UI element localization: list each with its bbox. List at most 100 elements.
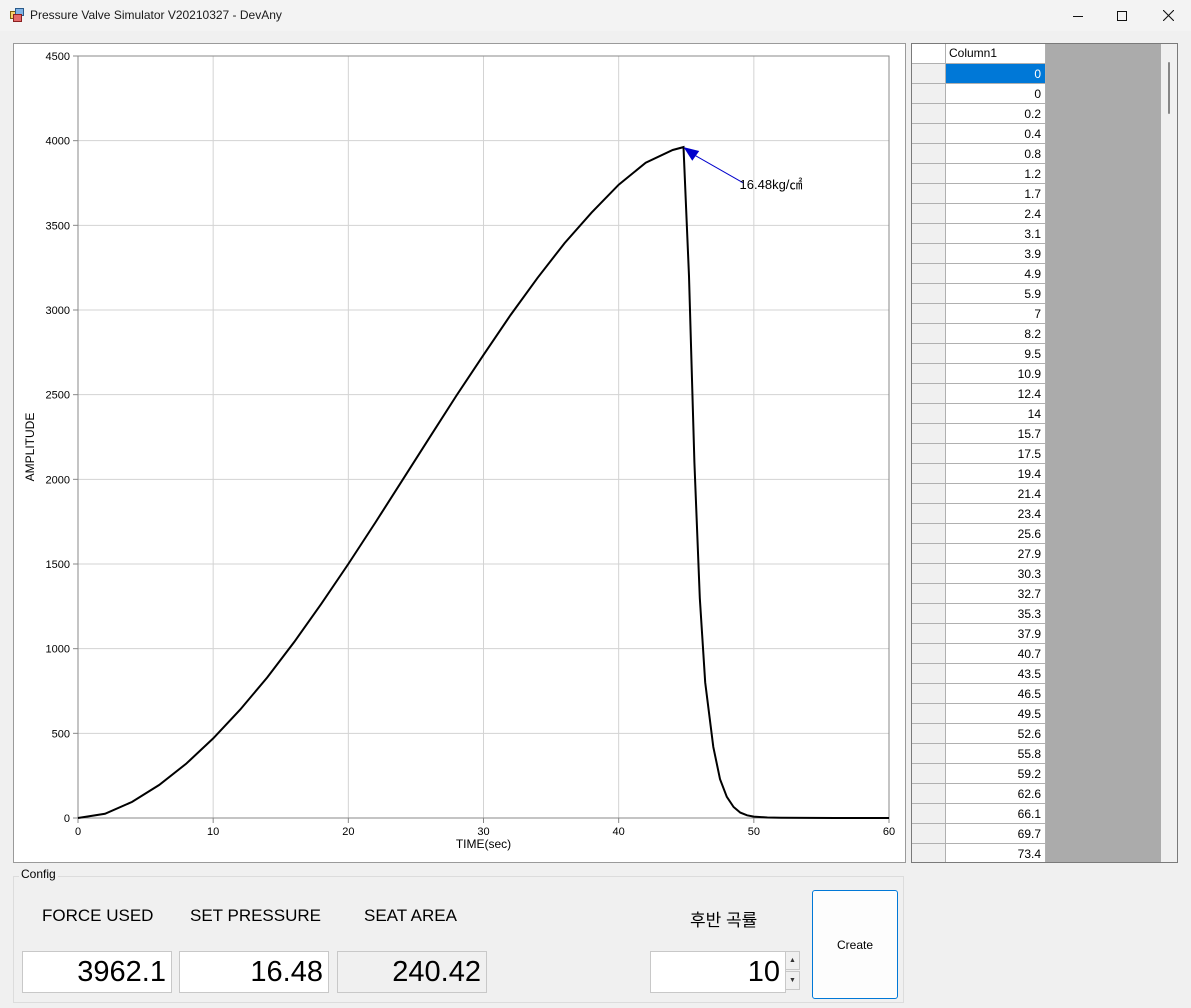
row-header[interactable] xyxy=(912,204,946,224)
table-row[interactable]: 7 xyxy=(912,304,1046,324)
curve-stepper[interactable]: 10 xyxy=(650,951,786,993)
table-cell[interactable]: 66.1 xyxy=(946,804,1046,824)
table-cell[interactable]: 49.5 xyxy=(946,704,1046,724)
row-header[interactable] xyxy=(912,224,946,244)
row-header[interactable] xyxy=(912,164,946,184)
row-header[interactable] xyxy=(912,384,946,404)
row-header[interactable] xyxy=(912,304,946,324)
table-row[interactable]: 14 xyxy=(912,404,1046,424)
table-row[interactable]: 32.7 xyxy=(912,584,1046,604)
table-row[interactable]: 23.4 xyxy=(912,504,1046,524)
spin-up-button[interactable]: ▲ xyxy=(785,951,800,970)
table-row[interactable]: 2.4 xyxy=(912,204,1046,224)
row-header[interactable] xyxy=(912,724,946,744)
row-header[interactable] xyxy=(912,704,946,724)
table-cell[interactable]: 8.2 xyxy=(946,324,1046,344)
row-header[interactable] xyxy=(912,264,946,284)
row-header[interactable] xyxy=(912,404,946,424)
table-cell[interactable]: 17.5 xyxy=(946,444,1046,464)
table-cell[interactable]: 15.7 xyxy=(946,424,1046,444)
table-row[interactable]: 35.3 xyxy=(912,604,1046,624)
table-row[interactable]: 73.4 xyxy=(912,844,1046,862)
row-header[interactable] xyxy=(912,664,946,684)
row-header[interactable] xyxy=(912,824,946,844)
table-row[interactable]: 1.2 xyxy=(912,164,1046,184)
row-header[interactable] xyxy=(912,84,946,104)
table-row[interactable]: 30.3 xyxy=(912,564,1046,584)
table-cell[interactable]: 46.5 xyxy=(946,684,1046,704)
row-header[interactable] xyxy=(912,244,946,264)
table-cell[interactable]: 55.8 xyxy=(946,744,1046,764)
grid-corner-header[interactable] xyxy=(912,44,946,64)
data-grid[interactable]: Column1 0 0 0.2 0.4 0.8 1.2 1.7 2.4 3.1 3.9 4.9 5.9… xyxy=(911,43,1178,863)
table-row[interactable]: 46.5 xyxy=(912,684,1046,704)
table-row[interactable]: 27.9 xyxy=(912,544,1046,564)
row-header[interactable] xyxy=(912,144,946,164)
close-button[interactable] xyxy=(1145,0,1191,31)
table-row[interactable]: 59.2 xyxy=(912,764,1046,784)
table-cell[interactable]: 10.9 xyxy=(946,364,1046,384)
row-header[interactable] xyxy=(912,324,946,344)
table-row[interactable]: 1.7 xyxy=(912,184,1046,204)
table-row[interactable]: 3.1 xyxy=(912,224,1046,244)
table-cell[interactable]: 40.7 xyxy=(946,644,1046,664)
row-header[interactable] xyxy=(912,544,946,564)
table-cell[interactable]: 14 xyxy=(946,404,1046,424)
row-header[interactable] xyxy=(912,624,946,644)
table-row[interactable]: 0 xyxy=(912,64,1046,84)
table-cell[interactable]: 35.3 xyxy=(946,604,1046,624)
table-cell[interactable]: 12.4 xyxy=(946,384,1046,404)
table-row[interactable]: 9.5 xyxy=(912,344,1046,364)
table-cell[interactable]: 0.8 xyxy=(946,144,1046,164)
table-cell[interactable]: 59.2 xyxy=(946,764,1046,784)
table-cell[interactable]: 1.7 xyxy=(946,184,1046,204)
table-row[interactable]: 4.9 xyxy=(912,264,1046,284)
table-row[interactable]: 49.5 xyxy=(912,704,1046,724)
table-row[interactable]: 10.9 xyxy=(912,364,1046,384)
table-cell[interactable]: 73.4 xyxy=(946,844,1046,862)
table-cell[interactable]: 69.7 xyxy=(946,824,1046,844)
table-cell[interactable]: 9.5 xyxy=(946,344,1046,364)
table-row[interactable]: 52.6 xyxy=(912,724,1046,744)
table-row[interactable]: 69.7 xyxy=(912,824,1046,844)
table-cell[interactable]: 30.3 xyxy=(946,564,1046,584)
table-cell[interactable]: 21.4 xyxy=(946,484,1046,504)
row-header[interactable] xyxy=(912,124,946,144)
set-pressure-field[interactable]: 16.48 xyxy=(179,951,329,993)
maximize-button[interactable] xyxy=(1099,0,1145,31)
row-header[interactable] xyxy=(912,284,946,304)
table-row[interactable]: 25.6 xyxy=(912,524,1046,544)
table-row[interactable]: 40.7 xyxy=(912,644,1046,664)
table-cell[interactable]: 25.6 xyxy=(946,524,1046,544)
row-header[interactable] xyxy=(912,644,946,664)
table-row[interactable]: 0.4 xyxy=(912,124,1046,144)
table-row[interactable]: 12.4 xyxy=(912,384,1046,404)
scrollbar-thumb[interactable] xyxy=(1168,62,1170,114)
table-row[interactable]: 21.4 xyxy=(912,484,1046,504)
table-cell[interactable]: 0.4 xyxy=(946,124,1046,144)
table-cell[interactable]: 0 xyxy=(946,84,1046,104)
row-header[interactable] xyxy=(912,504,946,524)
row-header[interactable] xyxy=(912,104,946,124)
table-row[interactable]: 3.9 xyxy=(912,244,1046,264)
row-header[interactable] xyxy=(912,524,946,544)
table-row[interactable]: 37.9 xyxy=(912,624,1046,644)
table-cell[interactable]: 2.4 xyxy=(946,204,1046,224)
row-header[interactable] xyxy=(912,684,946,704)
row-header[interactable] xyxy=(912,364,946,384)
force-used-field[interactable]: 3962.1 xyxy=(22,951,172,993)
row-header[interactable] xyxy=(912,464,946,484)
table-cell[interactable]: 19.4 xyxy=(946,464,1046,484)
row-header[interactable] xyxy=(912,744,946,764)
row-header[interactable] xyxy=(912,564,946,584)
row-header[interactable] xyxy=(912,184,946,204)
table-row[interactable]: 0 xyxy=(912,84,1046,104)
table-row[interactable]: 17.5 xyxy=(912,444,1046,464)
table-row[interactable]: 55.8 xyxy=(912,744,1046,764)
table-row[interactable]: 62.6 xyxy=(912,784,1046,804)
table-row[interactable]: 5.9 xyxy=(912,284,1046,304)
row-header[interactable] xyxy=(912,604,946,624)
table-cell[interactable]: 43.5 xyxy=(946,664,1046,684)
row-header[interactable] xyxy=(912,344,946,364)
row-header[interactable] xyxy=(912,804,946,824)
